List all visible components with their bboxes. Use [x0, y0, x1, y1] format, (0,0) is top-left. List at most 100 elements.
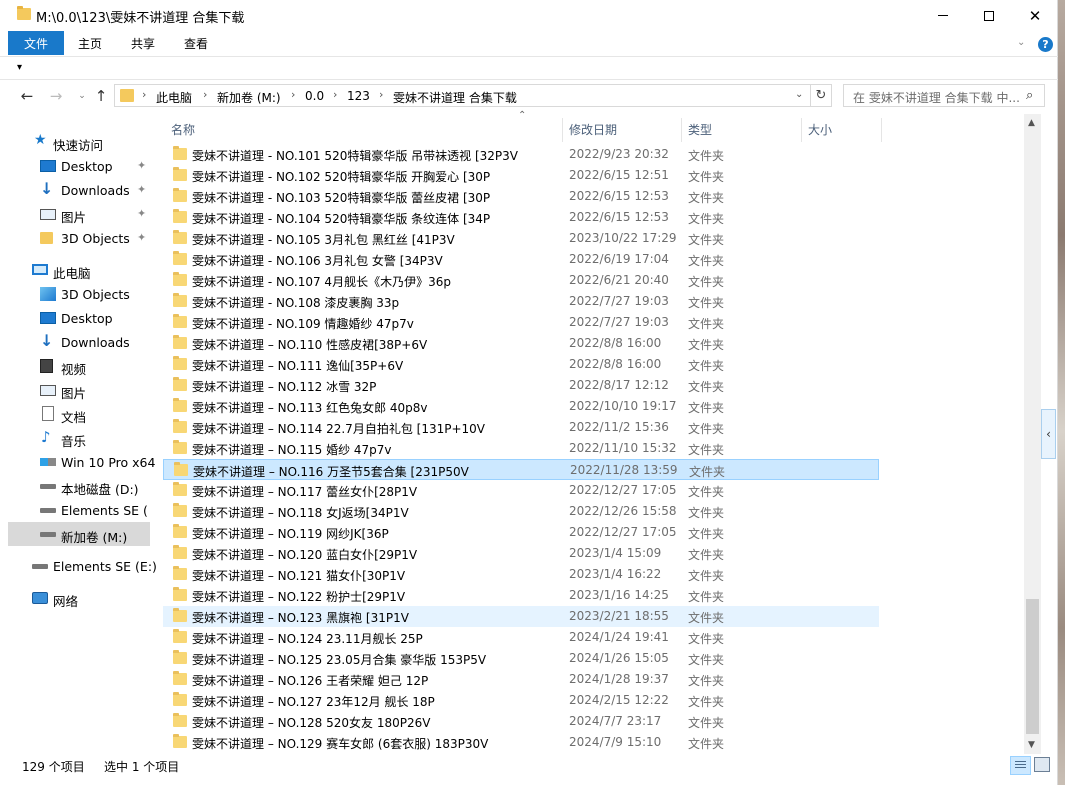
file-row[interactable]: 雯妹不讲道理 – NO.129 赛车女郎 (6套衣服) 183P30V 2024/… [163, 732, 879, 753]
back-button[interactable]: ← [17, 86, 37, 106]
tab-view[interactable]: 查看 [170, 31, 222, 55]
search-input[interactable]: 在 雯妹不讲道理 合集下载 中... ⌕ [843, 84, 1045, 107]
file-type: 文件夹 [688, 422, 725, 436]
file-name: 雯妹不讲道理 – NO.111 逸仙[35P+6V [192, 359, 404, 373]
column-header-size[interactable]: 大小 [808, 121, 832, 138]
breadcrumb-0-0[interactable]: 0.0 [305, 89, 324, 103]
forward-button[interactable]: → [46, 86, 66, 106]
sidebar-item-win10-drive[interactable]: Win 10 Pro x64 [8, 450, 155, 474]
customize-toolbar-icon[interactable]: ▾ [17, 62, 22, 73]
address-bar[interactable]: › 此电脑 › 新加卷 (M:) › 0.0 › 123 › 雯妹不讲道理 合集… [114, 84, 811, 107]
file-row[interactable]: 雯妹不讲道理 – NO.126 王者荣耀 妲己 12P 2024/1/28 19:… [163, 669, 879, 690]
column-divider[interactable] [681, 118, 682, 142]
breadcrumb-drive-m[interactable]: 新加卷 (M:) [217, 89, 281, 106]
file-row[interactable]: 雯妹不讲道理 - NO.103 520特辑豪华版 蕾丝皮裙 [30P 2022/6… [163, 186, 879, 207]
file-row[interactable]: 雯妹不讲道理 - NO.106 3月礼包 女警 [34P3V 2022/6/19 … [163, 249, 879, 270]
file-row[interactable]: 雯妹不讲道理 – NO.117 蕾丝女仆[28P1V 2022/12/27 17:… [163, 480, 879, 501]
sidebar-item-downloads-pinned[interactable]: ↓ Downloads ✦ [8, 178, 150, 202]
file-row[interactable]: 雯妹不讲道理 – NO.114 22.7月自拍礼包 [131P+10V 2022/… [163, 417, 879, 438]
file-row[interactable]: 雯妹不讲道理 - NO.108 漆皮裹胸 33p 2022/7/27 19:03 文… [163, 291, 879, 312]
maximize-button[interactable] [966, 0, 1012, 31]
breadcrumb-separator[interactable]: › [379, 88, 383, 101]
breadcrumb-separator[interactable]: › [333, 88, 337, 101]
vertical-scrollbar[interactable]: ▲ ▼ [1024, 114, 1041, 754]
file-row[interactable]: 雯妹不讲道理 - NO.107 4月舰长《木乃伊》36p 2022/6/21 20… [163, 270, 879, 291]
details-view-icon[interactable] [1010, 756, 1031, 775]
tab-share[interactable]: 共享 [118, 31, 168, 55]
music-icon: ♪ [41, 428, 51, 446]
file-row[interactable]: 雯妹不讲道理 – NO.120 蓝白女仆[29P1V 2023/1/4 15:09… [163, 543, 879, 564]
sidebar-item-elements-se-e-root[interactable]: Elements SE (E:) [8, 554, 157, 578]
address-dropdown-icon[interactable]: ⌄ [795, 89, 803, 100]
search-icon[interactable]: ⌕ [1026, 88, 1033, 103]
file-row[interactable]: 雯妹不讲道理 – NO.124 23.11月舰长 25P 2024/1/24 19… [163, 627, 879, 648]
title-bar[interactable]: M:\0.0\123\雯妹不讲道理 合集下载 ✕ [0, 0, 1058, 31]
preview-pane-toggle-icon[interactable]: ‹ [1041, 409, 1056, 459]
sidebar-item-desktop-pinned[interactable]: Desktop ✦ [8, 154, 150, 178]
column-header-type[interactable]: 类型 [688, 121, 712, 138]
file-date: 2022/8/8 16:00 [569, 357, 662, 371]
sidebar-item-music[interactable]: ♪ 音乐 [8, 426, 150, 450]
sidebar-item-3d-objects[interactable]: 3D Objects [8, 282, 150, 306]
file-row[interactable]: 雯妹不讲道理 – NO.128 520女友 180P26V 2024/7/7 23… [163, 711, 879, 732]
column-divider[interactable] [801, 118, 802, 142]
column-header-date[interactable]: 修改日期 [569, 121, 617, 138]
minimize-button[interactable] [920, 0, 966, 31]
file-row[interactable]: 雯妹不讲道理 – NO.113 红色兔女郎 40p8v 2022/10/10 19… [163, 396, 879, 417]
sidebar-item-pictures-pinned[interactable]: 图片 ✦ [8, 202, 150, 226]
help-icon[interactable]: ? [1038, 37, 1053, 52]
tab-file[interactable]: 文件 [8, 31, 64, 55]
file-row[interactable]: 雯妹不讲道理 - NO.105 3月礼包 黑红丝 [41P3V 2023/10/2… [163, 228, 879, 249]
file-row[interactable]: 雯妹不讲道理 – NO.122 粉护士[29P1V 2023/1/16 14:25… [163, 585, 879, 606]
file-row[interactable]: 雯妹不讲道理 – NO.125 23.05月合集 豪华版 153P5V 2024/… [163, 648, 879, 669]
up-button[interactable]: ↑ [91, 86, 111, 106]
column-divider[interactable] [881, 118, 882, 142]
column-header-name[interactable]: 名称 [171, 121, 195, 138]
sidebar-item-pictures[interactable]: 图片 [8, 378, 150, 402]
item-count: 129 个项目 [22, 760, 85, 774]
scroll-down-icon[interactable]: ▼ [1028, 740, 1035, 750]
file-row-selected[interactable]: 雯妹不讲道理 – NO.116 万圣节5套合集 [231P50V 2022/11/… [163, 459, 879, 480]
file-row[interactable]: 雯妹不讲道理 – NO.115 婚纱 47p7v 2022/11/10 15:32… [163, 438, 879, 459]
scrollbar-thumb[interactable] [1026, 599, 1039, 734]
sidebar-item-quick-access[interactable]: ★ 快速访问 [8, 130, 150, 154]
file-row-hover[interactable]: 雯妹不讲道理 – NO.123 黑旗袍 [31P1V 2023/2/21 18:5… [163, 606, 879, 627]
file-row[interactable]: 雯妹不讲道理 – NO.119 网纱JK[36P 2022/12/27 17:05… [163, 522, 879, 543]
sidebar-item-elements-se-e[interactable]: Elements SE (E:) [8, 498, 150, 522]
status-bar: 129 个项目 选中 1 个项目 [0, 754, 1058, 778]
breadcrumb-separator[interactable]: › [291, 88, 295, 101]
file-date: 2022/7/27 19:03 [569, 315, 669, 329]
breadcrumb-this-pc[interactable]: 此电脑 [156, 89, 192, 106]
file-row[interactable]: 雯妹不讲道理 - NO.101 520特辑豪华版 吊带袜透视 [32P3V 202… [163, 144, 879, 165]
breadcrumb-separator[interactable]: › [142, 88, 146, 101]
tab-home[interactable]: 主页 [66, 31, 114, 55]
file-row[interactable]: 雯妹不讲道理 – NO.127 23年12月 舰长 18P 2024/2/15 1… [163, 690, 879, 711]
file-row[interactable]: 雯妹不讲道理 – NO.111 逸仙[35P+6V 2022/8/8 16:00 文… [163, 354, 879, 375]
breadcrumb-123[interactable]: 123 [347, 89, 370, 103]
recent-locations-icon[interactable]: ⌄ [72, 86, 92, 106]
file-row[interactable]: 雯妹不讲道理 – NO.110 性感皮裙[38P+6V 2022/8/8 16:0… [163, 333, 879, 354]
file-row[interactable]: 雯妹不讲道理 – NO.121 猫女仆[30P1V 2023/1/4 16:22 文… [163, 564, 879, 585]
ribbon-expand-icon[interactable]: ⌄ [1017, 37, 1025, 48]
close-button[interactable]: ✕ [1012, 0, 1058, 31]
column-divider[interactable] [562, 118, 563, 142]
file-row[interactable]: 雯妹不讲道理 - NO.109 情趣婚纱 47p7v 2022/7/27 19:0… [163, 312, 879, 333]
sidebar-item-3d-objects-pinned[interactable]: 3D Objects ✦ [8, 226, 150, 250]
scroll-up-icon[interactable]: ▲ [1028, 118, 1035, 128]
breadcrumb-current-folder[interactable]: 雯妹不讲道理 合集下载 [393, 89, 517, 106]
sidebar-item-downloads[interactable]: ↓ Downloads [8, 330, 150, 354]
file-row[interactable]: 雯妹不讲道理 – NO.118 女J返场[34P1V 2022/12/26 15:… [163, 501, 879, 522]
large-icons-view-icon[interactable] [1034, 757, 1050, 772]
sidebar-item-network[interactable]: 网络 [8, 586, 150, 610]
refresh-button[interactable]: ↻ [811, 84, 832, 107]
file-row[interactable]: 雯妹不讲道理 - NO.102 520特辑豪华版 开胸爱心 [30P 2022/6… [163, 165, 879, 186]
sidebar-item-this-pc[interactable]: 此电脑 [8, 258, 150, 282]
sidebar-item-desktop[interactable]: Desktop [8, 306, 150, 330]
sidebar-item-videos[interactable]: 视频 [8, 354, 150, 378]
sidebar-item-documents[interactable]: 文档 [8, 402, 150, 426]
breadcrumb-separator[interactable]: › [203, 88, 207, 101]
sidebar-item-local-disk-d[interactable]: 本地磁盘 (D:) [8, 474, 150, 498]
sidebar-item-new-volume-m[interactable]: 新加卷 (M:) [8, 522, 150, 546]
file-row[interactable]: 雯妹不讲道理 – NO.112 冰雪 32P 2022/8/17 12:12 文件夹 [163, 375, 879, 396]
file-row[interactable]: 雯妹不讲道理 - NO.104 520特辑豪华版 条纹连体 [34P 2022/6… [163, 207, 879, 228]
